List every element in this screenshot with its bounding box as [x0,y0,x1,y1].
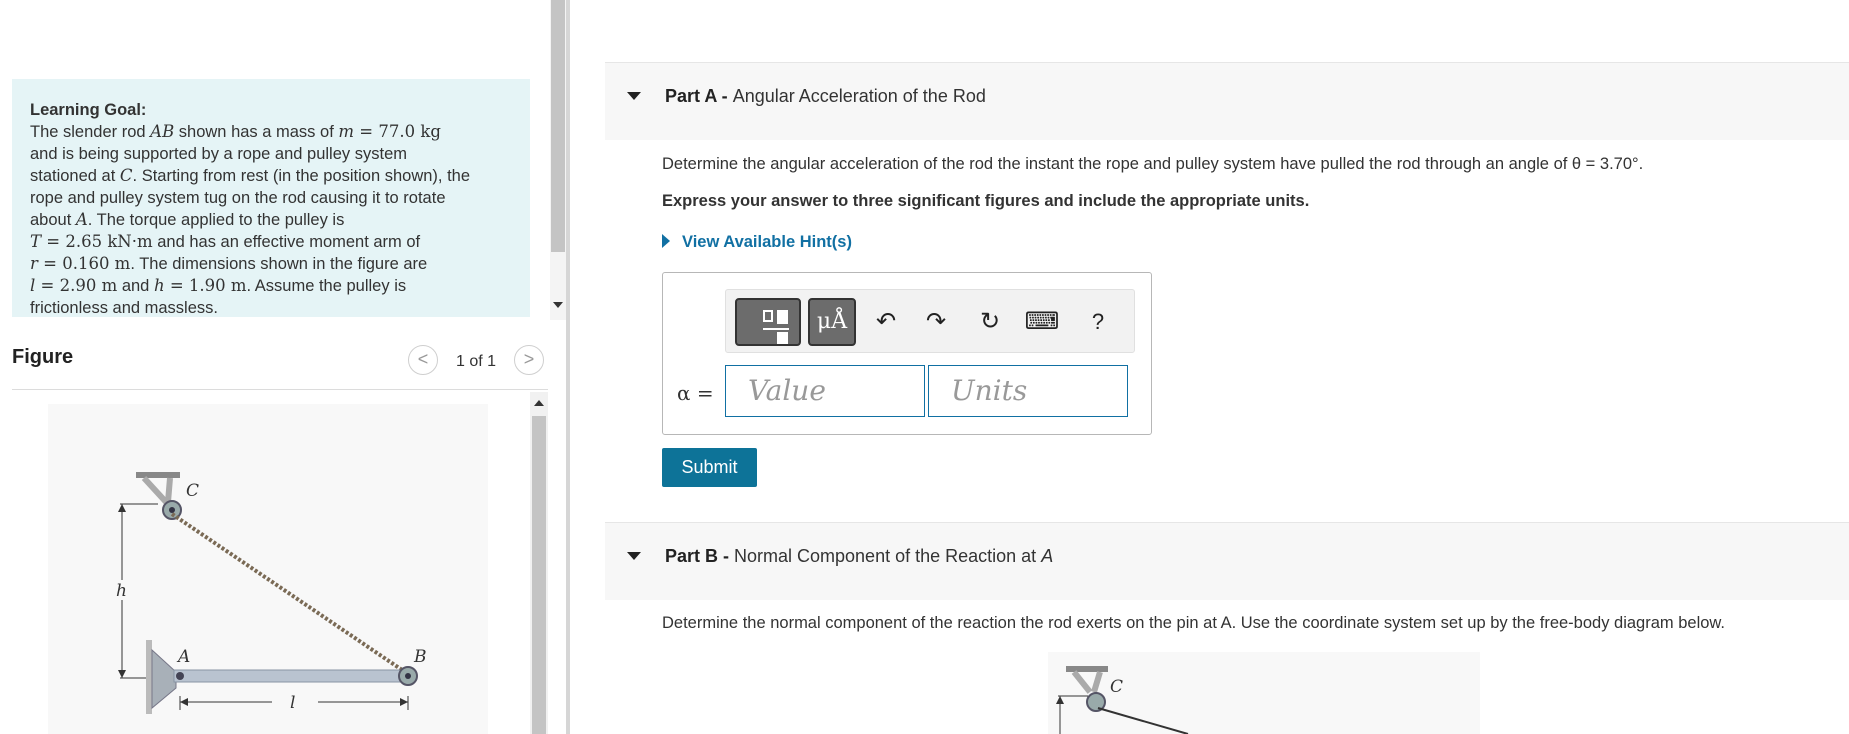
symbols-button[interactable]: μÅ [808,298,856,346]
scrollbar-thumb[interactable] [532,416,546,734]
units-input[interactable]: Units [928,365,1128,417]
right-pane: Part A - Angular Acceleration of the Rod… [570,0,1849,734]
collapse-triangle-icon[interactable] [627,92,641,100]
part-a-instructions: Express your answer to three significant… [662,192,1310,210]
rod-pulley-diagram: C h A B l [116,472,427,714]
learning-goal-line: and is being supported by a rope and pul… [30,145,407,163]
templates-icon [763,310,773,322]
templates-button[interactable] [735,298,801,346]
scroll-down-arrow-icon[interactable] [553,302,563,308]
figure-header: Figure < 1 of 1 > [12,344,548,390]
learning-goal-scrollbar[interactable] [550,0,566,320]
learning-goal-line: The slender rod AB shown has a mass of m… [30,122,441,141]
figure-title: Figure [12,346,74,368]
help-icon[interactable]: ? [1078,298,1118,346]
keyboard-icon[interactable]: ⌨ [1022,298,1062,346]
submit-button[interactable]: Submit [662,448,757,487]
answer-label: α = [677,381,714,405]
pulley-bracket [141,475,169,505]
answer-box: μÅ ↶ ↷ ↻ ⌨ ? α = Value Units [662,272,1152,435]
learning-goal-line: T = 2.65 kN·m and has an effective momen… [30,232,421,251]
left-pane: Learning Goal: The slender rod AB shown … [0,0,566,734]
wall [146,640,152,714]
label-b: B [413,647,427,667]
learning-goal-line: r = 0.160 m. The dimensions shown in the… [30,254,428,273]
wall-bracket [151,648,177,710]
learning-goal-title: Learning Goal: [30,101,147,119]
undo-icon[interactable]: ↶ [866,298,906,346]
rod-ab [173,669,411,683]
learning-goal-line: about A. The torque applied to the pulle… [30,210,345,229]
label-a: A [176,647,190,667]
figure-next-button[interactable]: > [514,345,544,375]
view-hints-link[interactable]: View Available Hint(s) [662,233,852,252]
scroll-up-arrow-icon[interactable] [534,400,544,406]
collapse-triangle-icon[interactable] [627,552,641,560]
label-c: C [1110,677,1123,697]
part-a-header[interactable]: Part A - Angular Acceleration of the Rod [605,62,1849,140]
expand-triangle-icon [662,234,670,248]
learning-goal-line: frictionless and massless. [30,299,218,317]
ceiling-mount [1066,666,1108,672]
ceiling-mount [136,472,180,478]
learning-goal-line: l = 2.90 m and h = 1.90 m. Assume the pu… [30,276,407,295]
figure-counter: 1 of 1 [456,353,497,370]
free-body-diagram-image: C [1048,652,1480,734]
part-a-question: Determine the angular acceleration of th… [662,155,1644,173]
rope [170,512,410,676]
rope [1097,707,1189,734]
math-toolbar: μÅ ↶ ↷ ↻ ⌨ ? [725,289,1135,353]
figure-scrollbar[interactable] [530,392,548,734]
label-h: h [116,581,127,601]
learning-goal-line: stationed at C. Starting from rest (in t… [30,166,471,185]
figure-prev-button[interactable]: < [408,345,438,375]
redo-icon[interactable]: ↷ [916,298,956,346]
reset-icon[interactable]: ↻ [970,298,1010,346]
part-b-title: Part B - Normal Component of the Reactio… [665,546,1054,566]
learning-goal-line: rope and pulley system tug on the rod ca… [30,189,446,207]
learning-goal-box: Learning Goal: The slender rod AB shown … [12,79,530,317]
part-b-header[interactable]: Part B - Normal Component of the Reactio… [605,522,1849,600]
label-l: l [290,693,295,713]
part-b-question: Determine the normal component of the re… [662,614,1726,632]
value-input[interactable]: Value [725,365,925,417]
label-c: C [186,481,199,501]
figure-image: C h A B l [48,404,488,734]
scrollbar-thumb[interactable] [551,0,565,252]
fbd-diagram: C [1056,666,1189,734]
part-a-title: Part A - Angular Acceleration of the Rod [665,86,986,106]
